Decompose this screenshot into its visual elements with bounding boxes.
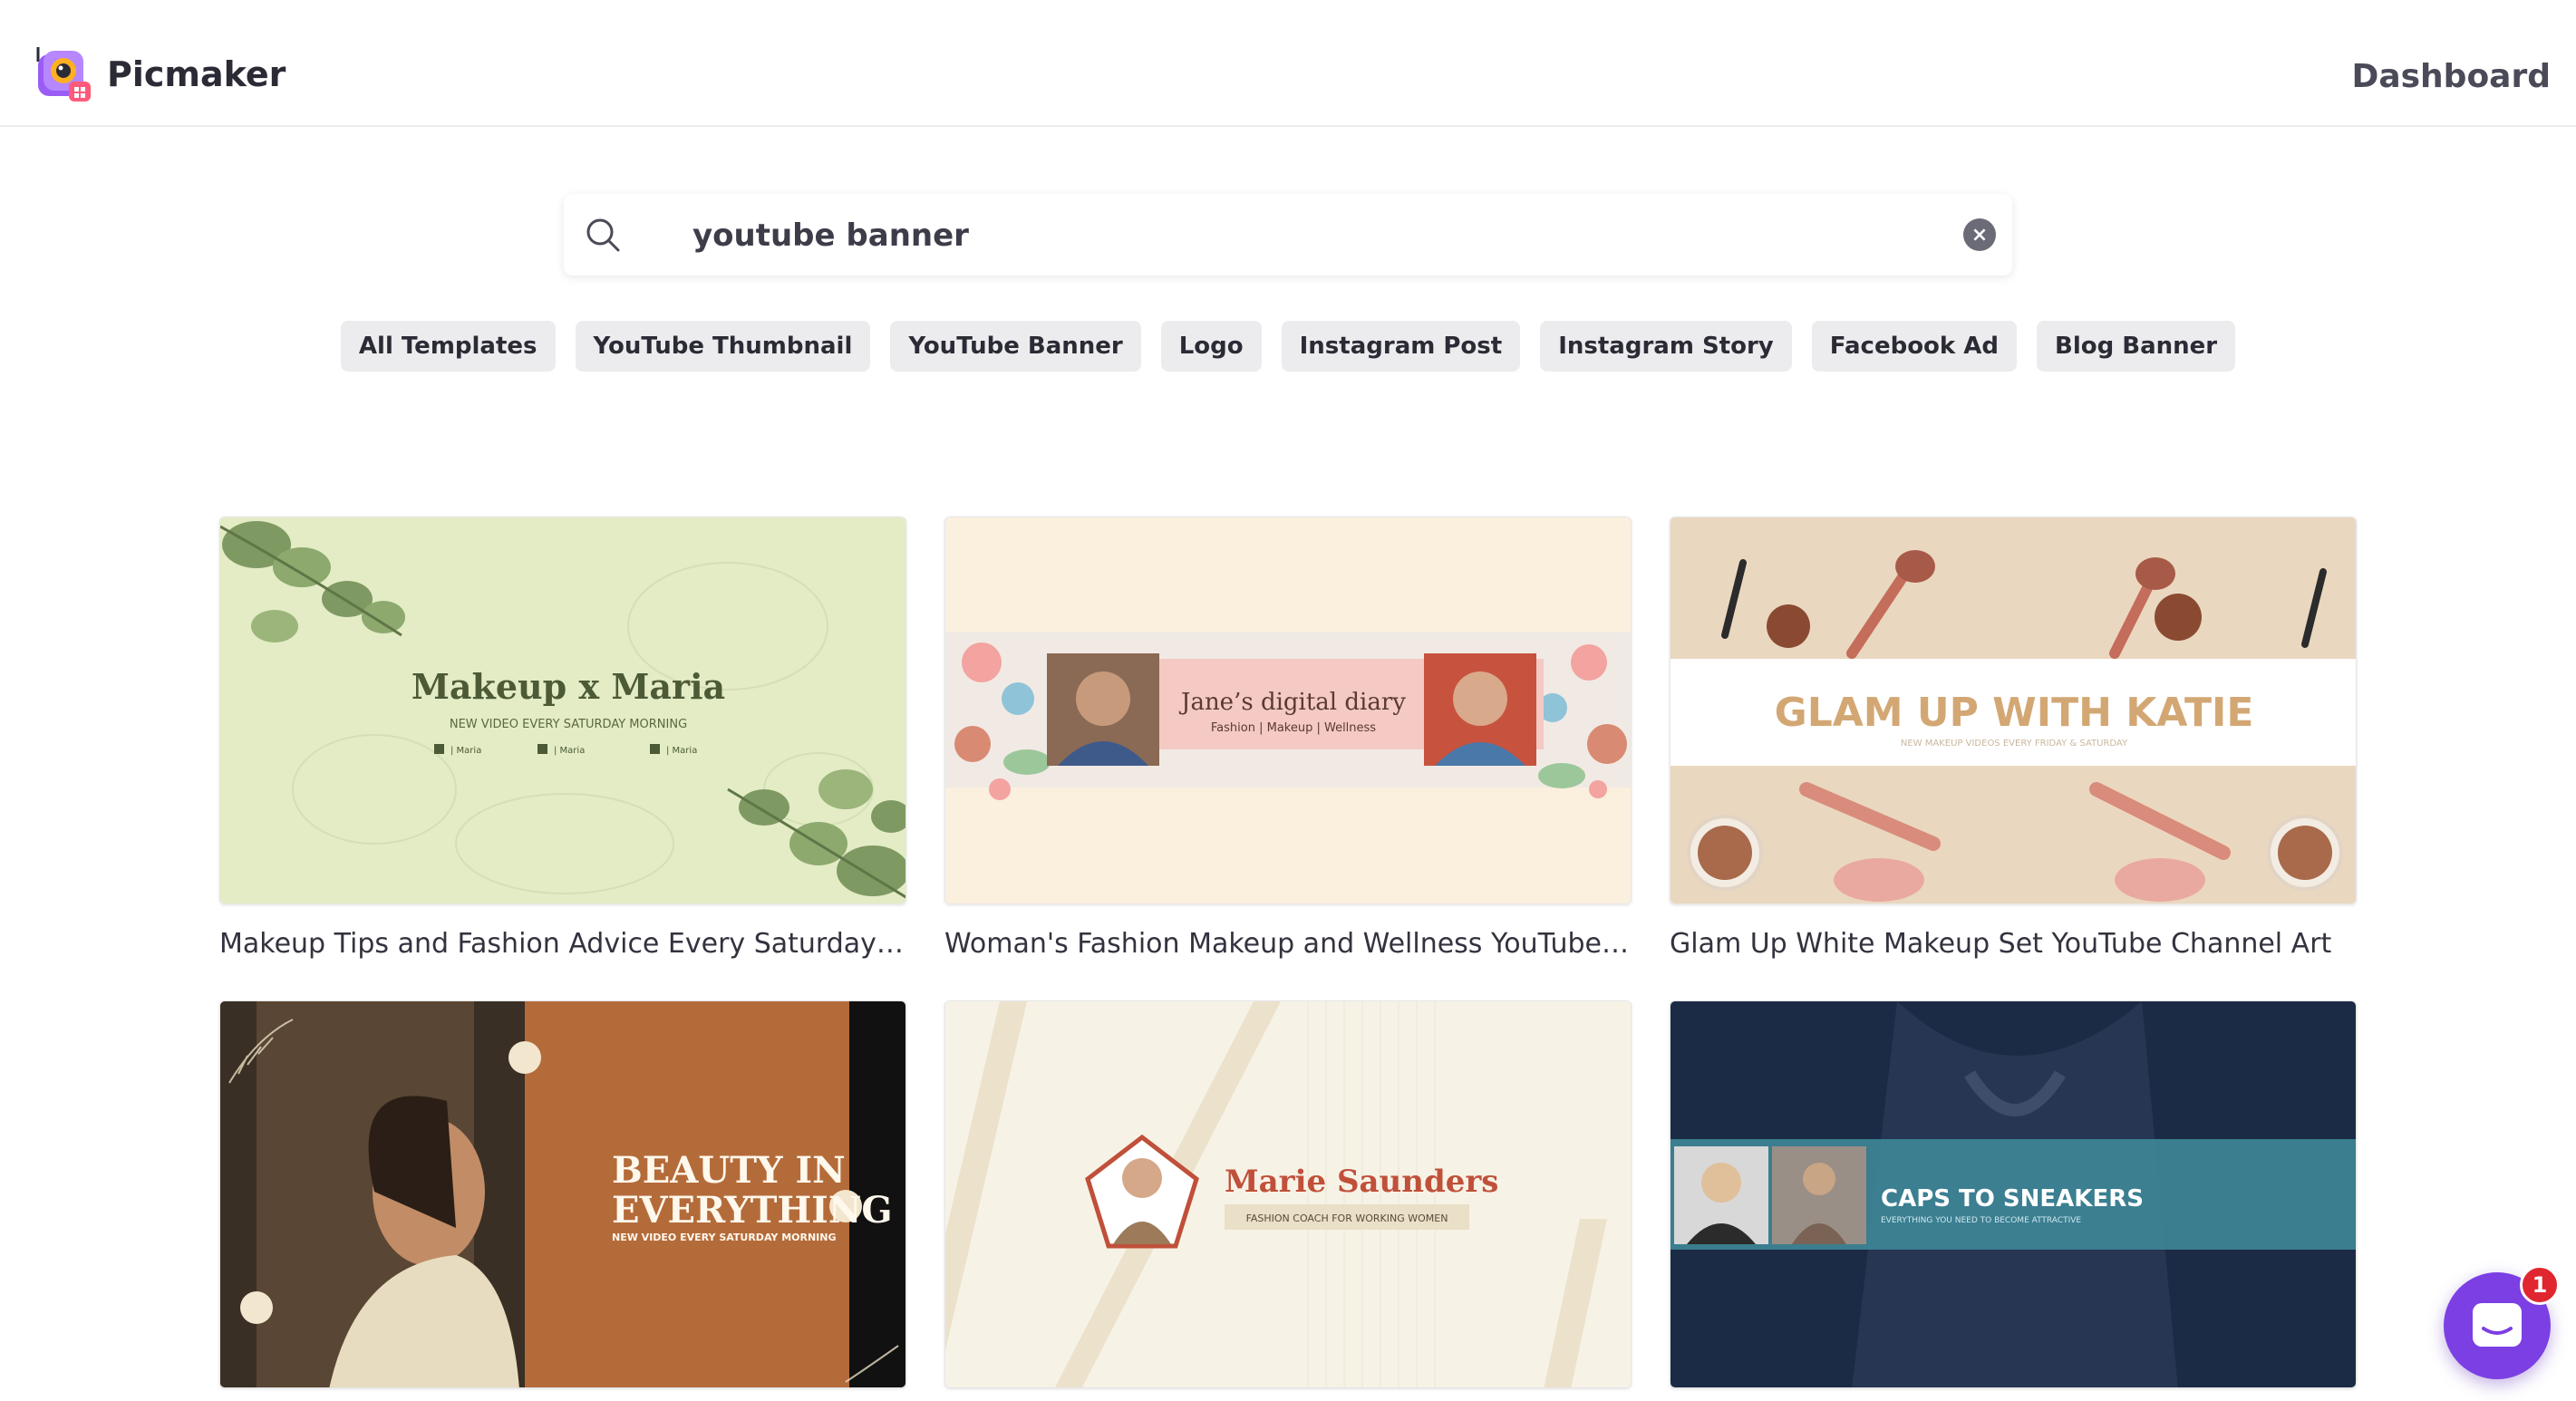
template-thumbnail[interactable]: BEAUTY IN EVERYTHING NEW VIDEO EVERY SAT… bbox=[219, 1000, 906, 1388]
preview-social: | Maria bbox=[450, 746, 481, 756]
template-thumbnail[interactable]: Jane’s digital diary Fashion | Makeup | … bbox=[944, 517, 1632, 904]
preview-subline: EVERYTHING YOU NEED TO BECOME ATTRACTIVE bbox=[1881, 1216, 2081, 1225]
preview-headline: Makeup x Maria bbox=[412, 666, 725, 707]
preview-subline: NEW VIDEO EVERY SATURDAY MORNING bbox=[612, 1232, 837, 1243]
template-preview-caps-sneakers: CAPS TO SNEAKERS EVERYTHING YOU NEED TO … bbox=[1671, 1001, 2356, 1387]
preview-subline: NEW MAKEUP VIDEOS EVERY FRIDAY & SATURDA… bbox=[1901, 739, 2128, 749]
template-thumbnail[interactable]: GLAM UP WITH KATIE NEW MAKEUP VIDEOS EVE… bbox=[1670, 517, 2357, 904]
template-thumbnail[interactable]: CAPS TO SNEAKERS EVERYTHING YOU NEED TO … bbox=[1670, 1000, 2357, 1388]
template-title[interactable]: Woman's Fashion Makeup and Wellness YouT… bbox=[944, 928, 1632, 960]
template-card[interactable]: BEAUTY IN EVERYTHING NEW VIDEO EVERY SAT… bbox=[219, 1000, 906, 1401]
app-name: Picmaker bbox=[107, 54, 286, 94]
filter-youtube-banner[interactable]: YouTube Banner bbox=[890, 321, 1141, 372]
preview-headline: GLAM UP WITH KATIE bbox=[1775, 690, 2254, 736]
template-card[interactable]: Makeup x Maria NEW VIDEO EVERY SATURDAY … bbox=[219, 517, 906, 960]
template-preview-makeup-maria: Makeup x Maria NEW VIDEO EVERY SATURDAY … bbox=[220, 517, 905, 903]
template-preview-beauty: BEAUTY IN EVERYTHING NEW VIDEO EVERY SAT… bbox=[220, 1001, 905, 1387]
preview-headline: Marie Saunders bbox=[1225, 1164, 1498, 1200]
preview-headline: BEAUTY IN bbox=[612, 1149, 846, 1192]
template-preview-glam-up: GLAM UP WITH KATIE NEW MAKEUP VIDEOS EVE… bbox=[1671, 517, 2356, 903]
filter-facebook-ad[interactable]: Facebook Ad bbox=[1811, 321, 2017, 372]
template-title[interactable]: Makeup Tips and Fashion Advice Every Sat… bbox=[219, 928, 906, 960]
app-logo[interactable]: Picmaker bbox=[33, 42, 286, 107]
preview-subline: Fashion | Makeup | Wellness bbox=[1211, 721, 1376, 735]
template-card[interactable]: Jane’s digital diary Fashion | Makeup | … bbox=[944, 517, 1632, 960]
top-header: Picmaker Dashboard bbox=[0, 0, 2576, 127]
template-thumbnail[interactable]: Makeup x Maria NEW VIDEO EVERY SATURDAY … bbox=[219, 517, 906, 904]
template-card[interactable]: Marie Saunders FASHION COACH FOR WORKING… bbox=[944, 1000, 1632, 1401]
search-bar: × bbox=[564, 194, 2012, 275]
page: Picmaker Dashboard × All Templates YouTu… bbox=[0, 0, 2576, 1401]
template-preview-marie-saunders: Marie Saunders FASHION COACH FOR WORKING… bbox=[945, 1001, 1631, 1387]
template-thumbnail[interactable]: Marie Saunders FASHION COACH FOR WORKING… bbox=[944, 1000, 1632, 1388]
preview-headline: CAPS TO SNEAKERS bbox=[1881, 1185, 2144, 1213]
preview-social: | Maria bbox=[554, 746, 585, 756]
close-icon: × bbox=[1971, 223, 1989, 246]
filter-blog-banner[interactable]: Blog Banner bbox=[2037, 321, 2236, 372]
preview-subline: NEW VIDEO EVERY SATURDAY MORNING bbox=[450, 718, 687, 731]
template-title[interactable]: Glam Up White Makeup Set YouTube Channel… bbox=[1670, 928, 2357, 960]
filter-instagram-post[interactable]: Instagram Post bbox=[1281, 321, 1521, 372]
template-preview-janes-diary: Jane’s digital diary Fashion | Makeup | … bbox=[945, 517, 1631, 903]
notification-badge: 1 bbox=[2520, 1265, 2560, 1305]
clear-search-button[interactable]: × bbox=[1963, 218, 1996, 251]
preview-headline: EVERYTHING bbox=[612, 1189, 893, 1232]
template-card[interactable]: CAPS TO SNEAKERS EVERYTHING YOU NEED TO … bbox=[1670, 1000, 2357, 1401]
filter-all-templates[interactable]: All Templates bbox=[340, 321, 556, 372]
filter-youtube-thumbnail[interactable]: YouTube Thumbnail bbox=[575, 321, 871, 372]
filter-logo[interactable]: Logo bbox=[1160, 321, 1262, 372]
dashboard-link[interactable]: Dashboard bbox=[2351, 58, 2551, 95]
preview-subline: FASHION COACH FOR WORKING WOMEN bbox=[1246, 1213, 1448, 1224]
search-icon bbox=[586, 218, 620, 252]
filter-instagram-story[interactable]: Instagram Story bbox=[1540, 321, 1792, 372]
search-input[interactable] bbox=[691, 207, 1873, 265]
category-filters: All Templates YouTube Thumbnail YouTube … bbox=[0, 321, 2576, 372]
picmaker-logo-icon bbox=[36, 47, 91, 101]
template-card[interactable]: GLAM UP WITH KATIE NEW MAKEUP VIDEOS EVE… bbox=[1670, 517, 2357, 960]
preview-headline: Jane’s digital diary bbox=[1178, 689, 1406, 716]
preview-social: | Maria bbox=[666, 746, 697, 756]
